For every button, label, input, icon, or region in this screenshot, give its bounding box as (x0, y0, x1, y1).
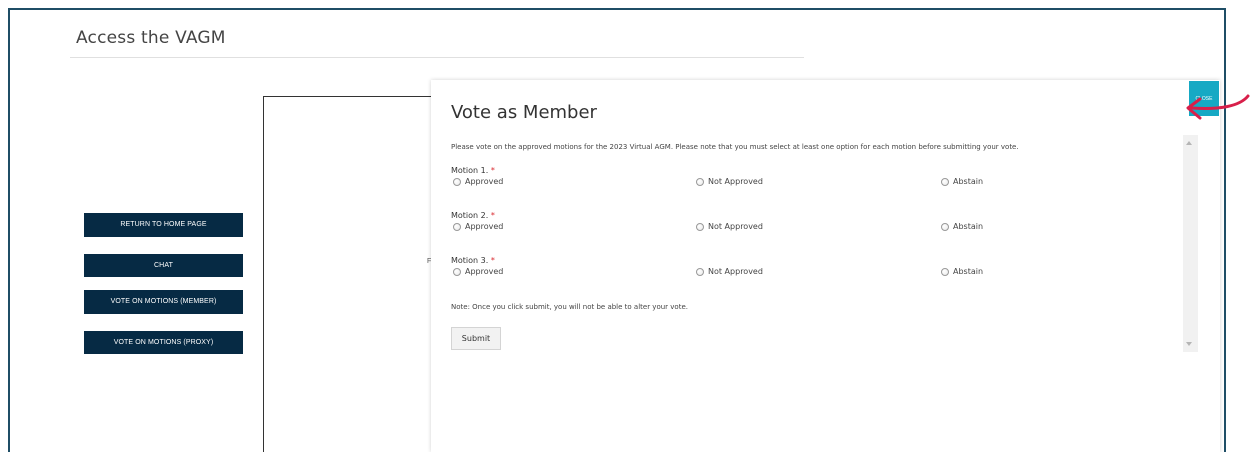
radio-icon[interactable] (453, 267, 461, 276)
motion-options: Approved Not Approved Abstain (451, 267, 1171, 281)
return-home-button[interactable]: RETURN TO HOME PAGE (84, 213, 243, 237)
radio-icon[interactable] (453, 177, 461, 186)
curved-arrow-icon (1186, 94, 1250, 120)
scroll-up-icon[interactable] (1186, 141, 1192, 145)
scroll-down-icon[interactable] (1186, 342, 1192, 346)
option-approved[interactable]: Approved (453, 267, 503, 276)
option-label: Approved (465, 177, 504, 186)
chat-button[interactable]: CHAT (84, 254, 243, 277)
radio-icon[interactable] (941, 177, 949, 186)
motion-2: Motion 2. * Approved Not Approved Abstai… (451, 211, 1171, 236)
motion-label: Motion 2. (451, 211, 489, 220)
option-label: Abstain (953, 222, 984, 231)
required-marker: * (490, 256, 495, 265)
option-not-approved[interactable]: Not Approved (696, 222, 763, 231)
motion-1: Motion 1. * Approved Not Approved Abstai… (451, 166, 1171, 191)
motion-3: Motion 3. * Approved Not Approved Abstai… (451, 256, 1171, 281)
option-label: Abstain (953, 267, 984, 276)
vote-member-button[interactable]: VOTE ON MOTIONS (MEMBER) (84, 290, 243, 314)
option-abstain[interactable]: Abstain (941, 267, 983, 276)
radio-icon[interactable] (941, 267, 949, 276)
option-approved[interactable]: Approved (453, 222, 503, 231)
option-approved[interactable]: Approved (453, 177, 503, 186)
radio-icon[interactable] (696, 267, 704, 276)
option-not-approved[interactable]: Not Approved (696, 267, 763, 276)
vote-proxy-button[interactable]: VOTE ON MOTIONS (PROXY) (84, 331, 243, 354)
option-label: Abstain (953, 177, 984, 186)
motion-label: Motion 1. (451, 166, 489, 175)
option-label: Approved (465, 267, 504, 276)
modal-title: Vote as Member (451, 102, 597, 123)
radio-icon[interactable] (696, 222, 704, 231)
title-divider (70, 57, 804, 58)
radio-icon[interactable] (696, 177, 704, 186)
radio-icon[interactable] (941, 222, 949, 231)
required-marker: * (490, 211, 495, 220)
page-title: Access the VAGM (76, 28, 226, 48)
submit-button[interactable]: Submit (451, 327, 501, 350)
scrollbar[interactable] (1183, 135, 1198, 352)
option-label: Not Approved (708, 267, 763, 276)
option-abstain[interactable]: Abstain (941, 177, 983, 186)
motion-options: Approved Not Approved Abstain (451, 222, 1171, 236)
motion-options: Approved Not Approved Abstain (451, 177, 1171, 191)
radio-icon[interactable] (453, 222, 461, 231)
modal-instructions: Please vote on the approved motions for … (451, 143, 1019, 151)
vote-modal: Vote as Member Please vote on the approv… (431, 80, 1220, 452)
option-label: Not Approved (708, 177, 763, 186)
option-label: Not Approved (708, 222, 763, 231)
option-label: Approved (465, 222, 504, 231)
submit-note: Note: Once you click submit, you will no… (451, 303, 688, 311)
required-marker: * (490, 166, 495, 175)
motion-label: Motion 3. (451, 256, 489, 265)
option-not-approved[interactable]: Not Approved (696, 177, 763, 186)
option-abstain[interactable]: Abstain (941, 222, 983, 231)
